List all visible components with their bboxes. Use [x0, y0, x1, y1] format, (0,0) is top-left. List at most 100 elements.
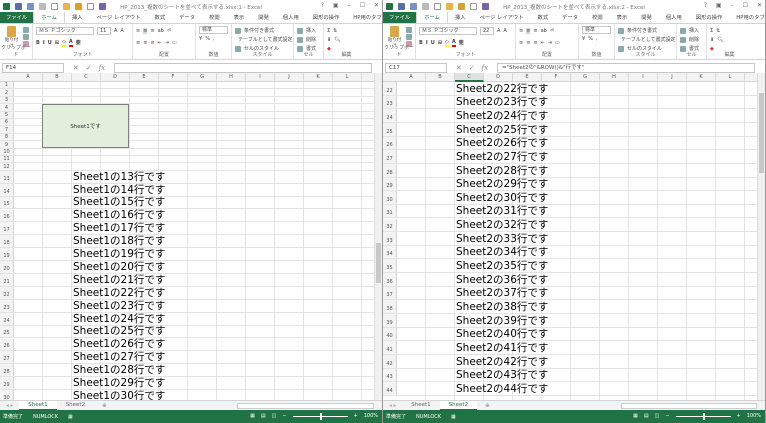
row-header[interactable]: 25: [383, 122, 397, 136]
cell-text[interactable]: Sheet1の19行です: [73, 248, 165, 260]
name-box[interactable]: C17: [385, 62, 447, 73]
orientation-icon[interactable]: ab: [158, 28, 164, 34]
row-header[interactable]: 23: [0, 299, 14, 312]
row-header[interactable]: 1: [0, 82, 14, 89]
column-header[interactable]: M: [745, 73, 758, 82]
zoom-out-icon[interactable]: −: [282, 413, 286, 419]
fill-icon[interactable]: ⬇: [710, 37, 714, 43]
row-header[interactable]: 37: [383, 286, 397, 300]
column-header[interactable]: E: [130, 73, 159, 82]
formula-input[interactable]: [114, 62, 372, 73]
grow-font-icon[interactable]: A: [114, 28, 117, 34]
find-icon[interactable]: 🔍︎: [334, 37, 340, 43]
cell-text[interactable]: Sheet1の18行です: [73, 235, 165, 247]
zoom-out-icon[interactable]: −: [665, 413, 669, 419]
new-sheet-icon[interactable]: ⊕: [94, 403, 115, 409]
grow-font-icon[interactable]: A: [497, 28, 500, 34]
cell-text[interactable]: Sheet2の25行です: [456, 124, 548, 136]
align-left-icon[interactable]: ≡: [519, 40, 523, 46]
phonetic-icon[interactable]: 亜: [76, 39, 81, 46]
tab-10[interactable]: 図形の操作: [689, 11, 730, 23]
close-icon[interactable]: ✕: [757, 2, 762, 9]
column-header[interactable]: C: [455, 73, 484, 82]
column-header[interactable]: K: [687, 73, 716, 82]
sheet-tab-1[interactable]: Sheet1: [402, 401, 439, 411]
tab-4[interactable]: 数式: [148, 11, 173, 23]
cell-text[interactable]: Sheet2の43行です: [456, 369, 548, 381]
border-icon[interactable]: ⊞: [55, 40, 59, 46]
tab-3[interactable]: ページ レイアウト: [473, 11, 531, 23]
align-top-icon[interactable]: ≡: [519, 28, 523, 34]
insert-function-icon[interactable]: fx: [99, 64, 106, 72]
number-format-select[interactable]: 標準: [199, 26, 228, 34]
align-top-icon[interactable]: ≡: [136, 28, 140, 34]
row-header[interactable]: 21: [0, 274, 14, 286]
row-header[interactable]: 5: [0, 111, 14, 118]
column-header[interactable]: E: [513, 73, 542, 82]
row-header[interactable]: 18: [0, 235, 14, 248]
row-header[interactable]: 11: [0, 156, 14, 163]
cell-text[interactable]: Sheet1の26行です: [73, 338, 165, 350]
row-header[interactable]: 38: [383, 300, 397, 314]
column-header[interactable]: H: [600, 73, 629, 82]
close-icon[interactable]: ✕: [374, 2, 379, 9]
scroll-thumb[interactable]: [376, 243, 381, 283]
align-right-icon[interactable]: ≡: [150, 40, 154, 46]
insert-function-icon[interactable]: fx: [482, 64, 489, 72]
row-header[interactable]: 35: [383, 259, 397, 273]
horizontal-scrollbar[interactable]: [621, 403, 757, 409]
row-header[interactable]: 26: [383, 136, 397, 150]
border-icon[interactable]: ⊞: [438, 40, 442, 46]
shrink-font-icon[interactable]: A: [120, 28, 123, 34]
align-middle-icon[interactable]: ≡: [143, 27, 148, 34]
underline-button[interactable]: U: [48, 40, 52, 46]
zoom-slider[interactable]: [292, 412, 348, 420]
find-icon[interactable]: 🔍︎: [717, 37, 723, 43]
row-header[interactable]: 23: [383, 95, 397, 109]
tab-7[interactable]: 表示: [227, 11, 252, 23]
fill-icon[interactable]: ⬇: [327, 37, 331, 43]
cell-text[interactable]: Sheet1の23行です: [73, 300, 165, 312]
row-header[interactable]: 30: [0, 390, 14, 400]
cell-text[interactable]: Sheet2の23行です: [456, 96, 548, 108]
comma-icon[interactable]: ,: [596, 36, 598, 42]
row-header[interactable]: 2: [0, 89, 14, 96]
align-middle-icon[interactable]: ≡: [526, 27, 531, 34]
cell-text[interactable]: Sheet1の13行です: [73, 171, 165, 183]
row-header[interactable]: 3: [0, 96, 14, 104]
zoom-in-icon[interactable]: +: [354, 413, 358, 419]
row-header[interactable]: 19: [0, 248, 14, 261]
row-header[interactable]: 42: [383, 355, 397, 368]
cancel-icon[interactable]: ✕: [73, 64, 79, 72]
minimize-icon[interactable]: –: [348, 2, 351, 9]
row-header[interactable]: 28: [383, 163, 397, 177]
cell-text[interactable]: Sheet2の28行です: [456, 165, 548, 177]
sheet-nav-icon[interactable]: ◂ ▸: [0, 403, 19, 409]
row-header[interactable]: 24: [0, 312, 14, 325]
row-header[interactable]: 39: [383, 314, 397, 327]
zoom-level[interactable]: 100%: [747, 413, 761, 419]
row-header[interactable]: 29: [0, 377, 14, 390]
normal-view-icon[interactable]: ▦: [250, 413, 255, 419]
font-name-select[interactable]: ＭＳ Ｐゴシック: [36, 26, 94, 35]
column-header[interactable]: B: [43, 73, 72, 82]
italic-button[interactable]: I: [426, 40, 428, 46]
tab-11[interactable]: HP用のタブ: [346, 11, 382, 23]
copy-icon[interactable]: [23, 33, 29, 40]
wrap-text-icon[interactable]: ⏎: [167, 28, 171, 34]
cell-text[interactable]: Sheet2の39行です: [456, 315, 548, 327]
column-header[interactable]: J: [658, 73, 687, 82]
cut-icon[interactable]: [406, 26, 412, 33]
cell-text[interactable]: Sheet1の22行です: [73, 287, 165, 299]
underline-button[interactable]: U: [431, 40, 435, 46]
cell-text[interactable]: Sheet2の42行です: [456, 356, 548, 368]
tab-0[interactable]: ファイル: [0, 11, 34, 23]
row-header[interactable]: 15: [0, 196, 14, 209]
cell-text[interactable]: Sheet1の29行です: [73, 377, 165, 389]
row-header[interactable]: 12: [0, 163, 14, 170]
tab-8[interactable]: 開発: [251, 11, 276, 23]
row-header[interactable]: 14: [0, 183, 14, 196]
macro-record-icon[interactable]: ▦: [68, 414, 73, 420]
cell-text[interactable]: Sheet1の17行です: [73, 222, 165, 234]
sheet-tab-1[interactable]: Sheet1: [19, 400, 57, 411]
